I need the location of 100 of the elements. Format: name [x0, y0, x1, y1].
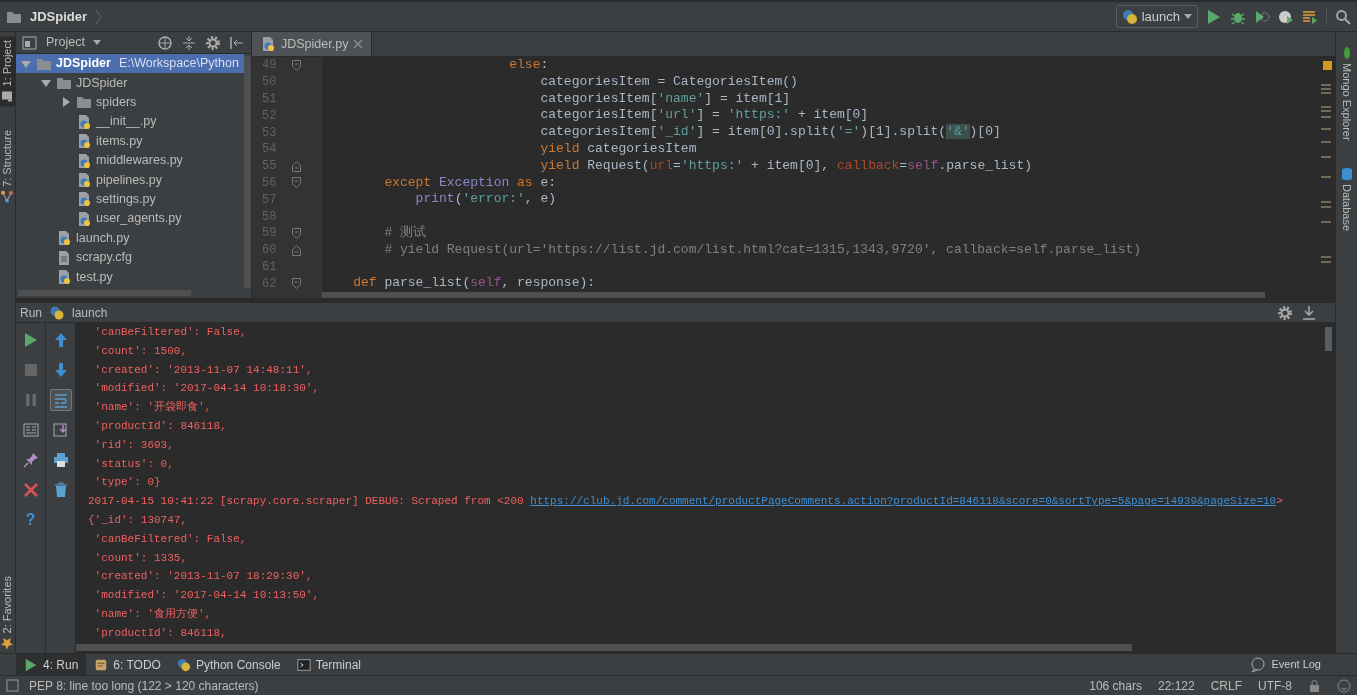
editor-tab[interactable]: JDSpider.py: [252, 32, 373, 56]
code-line: categoriesItem['_id'] = item[0].split('=')[1].split('&')[0]: [539, 124, 1002, 141]
tree-item[interactable]: JDSpider E:\Workspace\Python: [16, 54, 244, 74]
help-button[interactable]: ?: [19, 509, 42, 531]
tool-window-tab[interactable]: 4: Run: [16, 654, 87, 675]
pin-icon[interactable]: [22, 452, 39, 468]
code-line: # 测试: [383, 224, 427, 242]
search-icon[interactable]: [1335, 8, 1351, 25]
status-item[interactable]: UTF-8: [1258, 676, 1292, 695]
tool-window-tab[interactable]: Python Console: [168, 654, 289, 675]
rerun-icon[interactable]: [22, 332, 39, 348]
python-file-icon: [76, 152, 92, 169]
up-arrow-icon[interactable]: [52, 332, 69, 348]
code-line: categoriesItem['url'] = 'https:' + item[0]: [539, 107, 870, 125]
todo-icon: [94, 657, 109, 672]
console-line: 'type': 0}: [93, 475, 162, 491]
print-icon[interactable]: [52, 452, 69, 468]
fold-marker-icon[interactable]: [292, 177, 301, 189]
trash-icon[interactable]: [52, 482, 69, 498]
console-line: 'modified': '2017-04-14 10:13:50',: [93, 588, 321, 604]
run-config-dropdown[interactable]: launch: [1115, 4, 1198, 29]
scroll-to-end-icon[interactable]: [52, 422, 69, 438]
console-line: 'count': 1335,: [93, 550, 189, 566]
tool-window-tab[interactable]: Mongo Explorer: [1336, 42, 1357, 145]
status-item[interactable]: 22:122: [1157, 676, 1195, 695]
console-line: 'modified': '2017-04-14 10:18:30',: [93, 381, 321, 397]
python-file-icon: [76, 113, 92, 130]
collapse-icon[interactable]: [181, 34, 197, 51]
fold-marker-icon[interactable]: [292, 160, 301, 172]
python-file-icon: [76, 191, 92, 208]
folder-icon: [76, 94, 92, 111]
folder-icon: [1, 90, 14, 103]
coverage-icon[interactable]: [1254, 8, 1270, 25]
fold-marker-icon[interactable]: [292, 278, 301, 290]
tree-item[interactable]: middlewares.py: [16, 150, 244, 171]
collapse-arrow-icon[interactable]: [60, 96, 72, 109]
layout-icon[interactable]: [22, 422, 39, 438]
run-icon[interactable]: [1206, 8, 1222, 25]
fold-marker-icon[interactable]: [292, 244, 301, 256]
settings-icon[interactable]: [1277, 304, 1293, 321]
status-toggle-icon[interactable]: [6, 679, 19, 692]
breadcrumb-item[interactable]: JDSpider: [30, 6, 88, 27]
locate-icon[interactable]: [157, 34, 173, 51]
console-line: 2017-04-15 10:41:22 [scrapy.core.scraper] DEBUG: Scraped from <200 https://club.jd.com/comment/productPageComments.action?productId=846118&score=0&sortType=5&page=14939&pageSize=10>: [88, 494, 1284, 510]
code-line: else:: [508, 57, 550, 74]
python-file-icon: [76, 133, 92, 150]
tree-item[interactable]: user_agents.py: [16, 209, 244, 229]
concurrency-icon[interactable]: [1302, 8, 1318, 25]
status-item[interactable]: 106 chars: [1089, 676, 1142, 695]
tree-item[interactable]: scrapy.cfg: [16, 247, 244, 268]
python-file-icon: [76, 210, 92, 227]
database-icon: [1340, 166, 1353, 180]
tool-window-tab[interactable]: 6: TODO: [86, 654, 169, 675]
hide-icon[interactable]: [229, 34, 245, 51]
status-message: PEP 8: line too long (122 > 120 characters): [29, 677, 259, 695]
scrollbar[interactable]: [1325, 327, 1332, 351]
tree-item[interactable]: JDSpider: [16, 73, 244, 93]
scrollbar[interactable]: [244, 56, 251, 288]
run-config-name: launch: [72, 304, 108, 322]
code-line: categoriesItem = CategoriesItem(): [539, 73, 799, 91]
tool-window-tab[interactable]: 1: Project: [0, 36, 15, 107]
code-line: categoriesItem['name'] = item[1]: [539, 90, 792, 108]
python-file-icon: [76, 172, 92, 189]
close-icon[interactable]: [353, 39, 364, 49]
status-item[interactable]: CRLF: [1210, 676, 1242, 695]
close-icon[interactable]: [22, 482, 39, 498]
tree-item[interactable]: test.py: [16, 267, 244, 287]
down-arrow-icon[interactable]: [52, 362, 69, 378]
terminal-icon: [296, 657, 311, 672]
tree-item[interactable]: settings.py: [16, 189, 244, 210]
scrollbar[interactable]: [76, 644, 1132, 651]
settings-icon[interactable]: [205, 34, 221, 51]
console-line: 'created': '2013-11-07 18:29:30',: [93, 569, 314, 585]
view-selector[interactable]: Project: [45, 32, 102, 53]
console-line: {'_id': 130747,: [88, 512, 189, 528]
tree-item[interactable]: pipelines.py: [16, 170, 244, 190]
python-file-icon: [56, 230, 72, 247]
fold-marker-icon[interactable]: [292, 227, 301, 239]
scrollbar[interactable]: [322, 292, 1265, 298]
caret-icon: [1184, 14, 1192, 19]
tool-window-tab[interactable]: 7: Structure: [0, 126, 15, 208]
profile-icon[interactable]: [1278, 8, 1294, 25]
event-log-tab[interactable]: Event Log: [1242, 654, 1329, 675]
chevron-icon: [95, 8, 104, 25]
console-line: 'canBeFiltered': False,: [93, 325, 248, 340]
tree-item[interactable]: launch.py: [16, 228, 244, 248]
console-line: 'productId': 846118,: [93, 419, 228, 434]
tree-item[interactable]: __init__.py: [16, 112, 244, 132]
tool-window-tab[interactable]: Terminal: [288, 654, 370, 675]
python-file-icon: [56, 269, 72, 285]
console-link[interactable]: https://club.jd.com/comment/productPageComments.action?productId=846118&score=0&sortType=5&page=14939&pageSize=10: [530, 495, 1277, 508]
tool-window-tab[interactable]: 2: Favorites: [0, 571, 15, 653]
tool-window-tab[interactable]: Database: [1336, 162, 1357, 235]
tree-item[interactable]: spiders: [16, 92, 244, 113]
fold-marker-icon[interactable]: [292, 59, 301, 71]
download-icon[interactable]: [1301, 304, 1317, 321]
console-line: 'status': 0,: [93, 456, 175, 472]
stop-icon[interactable]: [22, 362, 39, 378]
tree-item[interactable]: items.py: [16, 131, 244, 151]
console-line: 'created': '2013-11-07 14:48:11',: [93, 362, 314, 378]
